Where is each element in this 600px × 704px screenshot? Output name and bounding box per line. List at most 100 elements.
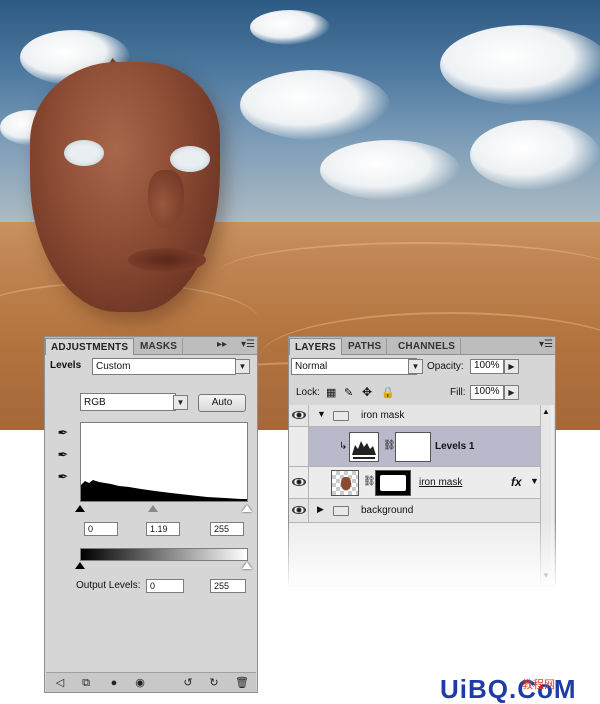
visibility-toggle[interactable] [289,499,309,522]
watermark-text: UiBQ.CoM [440,674,577,704]
mask-left-eye [64,140,104,166]
panel-menu-icon[interactable]: ▾☰ [539,339,553,350]
auto-button[interactable]: Auto [198,394,246,412]
adjustments-tabbar: ADJUSTMENTS MASKS ▸▸ ▾☰ [45,337,257,355]
lock-transparency-icon[interactable]: ▦ [326,386,336,399]
chevron-right-icon[interactable]: ▶ [504,385,519,400]
reset-icon[interactable]: ↻ [206,675,222,691]
folder-icon [333,506,349,516]
output-levels-label: Output Levels: [76,580,141,591]
tab-adjustments[interactable]: ADJUSTMENTS [45,338,135,355]
input-gamma-field[interactable]: 1.19 [146,522,180,536]
gamma-input-slider[interactable] [148,505,158,512]
layers-tabbar: LAYERS PATHS CHANNELS ▾☰ [289,337,555,355]
output-white-field[interactable]: 255 [210,579,246,593]
chevron-down-icon[interactable]: ▼ [530,476,539,486]
mask-nose [148,170,184,228]
input-black-field[interactable]: 0 [84,522,118,536]
black-output-slider[interactable] [75,562,85,569]
opacity-label: Opacity: [427,361,464,372]
output-gradient-bar [80,548,248,561]
eye-icon [292,478,306,486]
channel-value: RGB [84,397,106,408]
eye-icon [292,506,306,514]
mask-mouth [128,248,206,272]
levels-label: Levels [50,360,82,371]
tab-masks[interactable]: MASKS [135,338,184,355]
white-input-slider[interactable] [242,505,252,512]
gray-point-eyedropper-icon[interactable]: ✒ [54,446,72,464]
mask-right-eye [170,146,210,172]
cloud [470,120,600,190]
adjustments-panel: ADJUSTMENTS MASKS ▸▸ ▾☰ [44,336,258,693]
visibility-eye-icon[interactable]: ◉ [132,675,148,691]
fill-field[interactable]: 100% [470,385,504,400]
levels-adjustment-thumbnail [349,432,379,462]
adjustments-bottom-bar: ◁ ⧉ ● ◉ ↺ ↻ 🗑 [46,672,256,692]
new-layer-icon[interactable]: ● [106,675,122,691]
layer-row-levels-1[interactable]: ↳ ⛓ Levels 1 [289,427,541,467]
clip-layer-icon[interactable]: ⧉ [78,675,94,691]
histogram-graph [81,480,247,501]
blend-mode-dropdown[interactable]: Normal [291,358,417,375]
channel-dropdown[interactable]: RGB [80,393,176,411]
panel-fade [286,520,558,590]
cloud [250,10,330,45]
blend-mode-value: Normal [295,361,328,372]
cloud [320,140,460,200]
expand-triangle-icon[interactable]: ▶ [317,504,324,515]
visibility-toggle[interactable] [289,405,309,426]
layer-mask-thumbnail [395,432,431,462]
collapse-icon[interactable]: ▸▸ [217,339,227,350]
tab-channels[interactable]: CHANNELS [393,338,462,355]
lock-label: Lock: [296,387,320,398]
output-black-field[interactable]: 0 [146,579,184,593]
chain-link-icon: ⛓ [383,440,396,451]
cloud [440,25,600,105]
white-point-eyedropper-icon[interactable]: ✒ [54,468,72,486]
opacity-field[interactable]: 100% [470,359,504,374]
visibility-toggle[interactable] [289,427,309,466]
layer-name: iron mask [419,477,463,488]
back-icon[interactable]: ◁ [52,675,68,691]
histogram-icon [352,441,376,459]
folder-icon [333,411,349,421]
previous-state-icon[interactable]: ↺ [180,675,196,691]
tab-paths[interactable]: PATHS [343,338,388,355]
layer-name: background [361,505,414,516]
preset-dropdown[interactable]: Custom [92,358,236,375]
clip-arrow-icon: ↳ [339,441,348,452]
panel-menu-icon[interactable]: ▾☰ [241,339,255,350]
watermark-subtext: 教程网 [522,679,555,691]
visibility-toggle[interactable] [289,467,309,498]
trash-icon[interactable]: 🗑 [234,675,250,691]
chevron-down-icon[interactable]: ▼ [173,395,188,410]
layer-row-iron-mask-layer[interactable]: ⛓ iron mask fx ▼ [289,467,541,499]
scroll-up-icon[interactable]: ▲ [542,407,550,416]
black-input-slider[interactable] [75,505,85,512]
lock-all-icon[interactable]: 🔒 [381,386,395,399]
preset-value: Custom [96,361,131,372]
mask-face-thumb [341,477,351,490]
chevron-right-icon[interactable]: ▶ [504,359,519,374]
lock-pixels-icon[interactable]: ✎ [344,386,353,399]
dune [220,242,600,302]
cloud [240,70,390,140]
expand-triangle-icon[interactable]: ▼ [317,409,326,419]
mask-shape [380,475,406,491]
levels-histogram [80,422,248,502]
tab-layers[interactable]: LAYERS [289,338,342,355]
iron-mask-face [30,62,220,312]
fx-icon[interactable]: fx [511,475,522,489]
layer-name: iron mask [361,410,405,421]
layer-row-iron-mask-group[interactable]: ▼ iron mask [289,405,541,427]
lock-position-icon[interactable]: ✥ [362,385,372,399]
white-output-slider[interactable] [242,562,252,569]
black-point-eyedropper-icon[interactable]: ✒ [54,424,72,442]
chevron-down-icon[interactable]: ▼ [235,359,250,374]
layer-thumbnail [331,470,359,496]
chevron-down-icon[interactable]: ▼ [408,359,423,374]
input-white-field[interactable]: 255 [210,522,244,536]
eye-icon [292,411,306,419]
chain-link-icon: ⛓ [363,476,376,487]
